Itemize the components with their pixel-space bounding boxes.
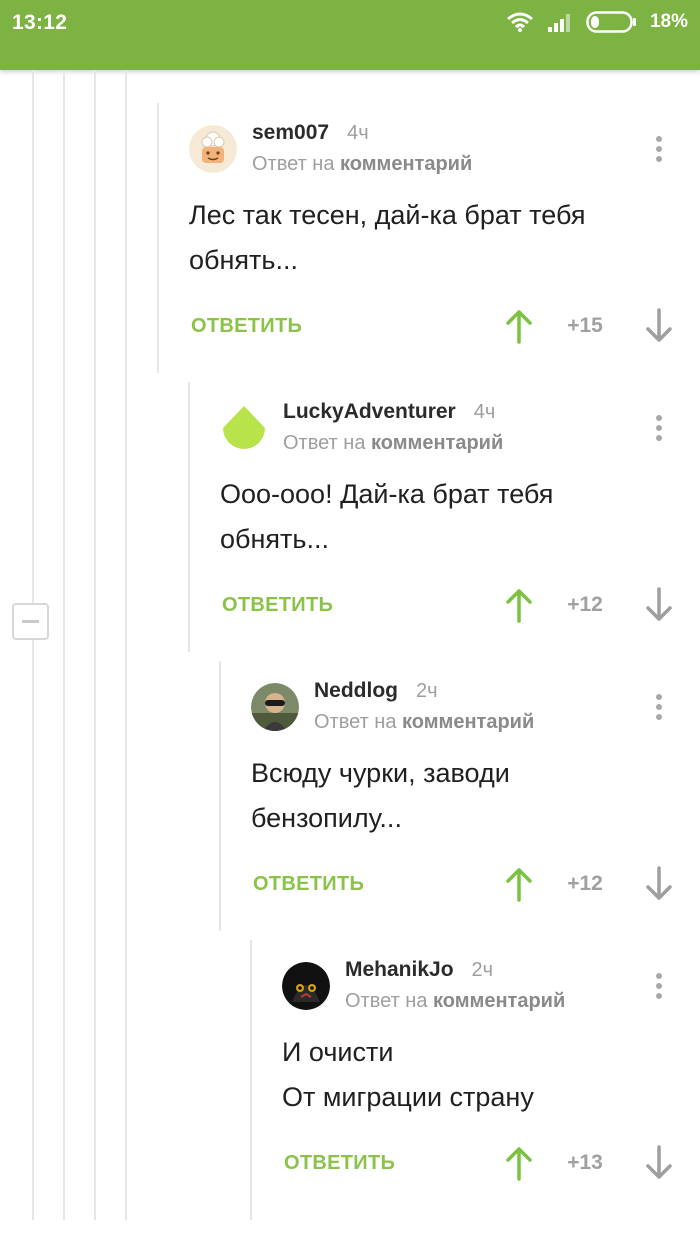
more-options-icon[interactable] — [644, 970, 674, 1006]
comment-author[interactable]: LuckyAdventurer 4ч — [283, 400, 495, 424]
reply-button[interactable]: ОТВЕТИТЬ — [191, 315, 302, 338]
reply-to-prefix: Ответ на — [345, 990, 428, 1012]
avatar[interactable] — [189, 125, 237, 173]
upvote-arrow-icon[interactable] — [504, 1143, 534, 1183]
comment-time: 2ч — [416, 680, 438, 702]
reply-to-link[interactable]: комментарий — [433, 990, 565, 1012]
upvote-arrow-icon[interactable] — [504, 864, 534, 904]
comment-text-line: И очисти — [282, 1037, 394, 1067]
comment-time: 4ч — [473, 401, 496, 423]
green-drop-avatar-icon — [223, 406, 265, 449]
vote-controls: +12 — [504, 585, 674, 625]
downvote-arrow-icon[interactable] — [644, 306, 674, 346]
comment: sem007 4ч Ответ на комментарий Лес так те… — [157, 103, 674, 373]
comment-text-line: Всюду чурки, заводи — [251, 758, 510, 788]
vote-controls: +13 — [504, 1143, 674, 1183]
reply-button[interactable]: ОТВЕТИТЬ — [222, 594, 333, 617]
avatar[interactable] — [251, 683, 299, 731]
downvote-arrow-icon[interactable] — [644, 585, 674, 625]
comment: Neddlog 2ч Ответ на комментарий Всюду чур… — [219, 661, 674, 931]
vote-score: +12 — [567, 593, 603, 616]
downvote-arrow-icon[interactable] — [644, 864, 674, 904]
upvote-arrow-icon[interactable] — [504, 306, 534, 346]
battery-icon — [586, 11, 636, 33]
comment-text: И очисти От миграции страну — [282, 1030, 534, 1120]
vote-score: +13 — [567, 1151, 603, 1174]
comment-text-line: обнять... — [189, 245, 298, 275]
more-options-icon[interactable] — [644, 691, 674, 727]
comment-author[interactable]: Neddlog 2ч — [314, 679, 438, 703]
comment-text-line: бензопилу... — [251, 803, 402, 833]
comment: LuckyAdventurer 4ч Ответ на комментарий О… — [188, 382, 674, 652]
reply-to-link[interactable]: комментарий — [340, 153, 472, 175]
more-options-icon[interactable] — [644, 412, 674, 448]
comment-author[interactable]: sem007 4ч — [252, 121, 369, 145]
comment: MehanikJo 2ч Ответ на комментарий И очист… — [250, 940, 674, 1220]
reply-button[interactable]: ОТВЕТИТЬ — [253, 873, 364, 896]
thread-line — [32, 70, 34, 1220]
author-name[interactable]: MehanikJo — [345, 958, 454, 981]
thread-line — [94, 70, 96, 1220]
reply-to: Ответ на комментарий — [283, 432, 503, 455]
collapse-thread-button[interactable] — [12, 603, 49, 640]
reply-to: Ответ на комментарий — [252, 153, 472, 176]
vote-score: +12 — [567, 872, 603, 895]
photo-avatar-icon — [251, 683, 299, 731]
signal-icon — [547, 14, 570, 32]
chef-avatar-icon — [189, 125, 237, 173]
reply-to-prefix: Ответ на — [314, 711, 397, 733]
avatar[interactable] — [282, 962, 330, 1010]
comment-text-line: Ооо-ооо! Дай-ка брат тебя — [220, 479, 554, 509]
status-time: 13:12 — [12, 11, 68, 34]
comment-text-line: обнять... — [220, 524, 329, 554]
comment-time: 2ч — [471, 959, 494, 981]
author-name[interactable]: LuckyAdventurer — [283, 400, 456, 423]
reply-to: Ответ на комментарий — [314, 711, 534, 734]
wifi-icon — [507, 12, 533, 32]
vote-score: +15 — [567, 314, 603, 337]
reply-to-prefix: Ответ на — [252, 153, 335, 175]
thread-line — [63, 70, 65, 1220]
avatar[interactable] — [220, 404, 268, 452]
battery-percent: 18% — [649, 11, 688, 32]
comment-text: Ооо-ооо! Дай-ка брат тебя обнять... — [220, 472, 553, 562]
comment-author[interactable]: MehanikJo 2ч — [345, 958, 493, 982]
downvote-arrow-icon[interactable] — [644, 1143, 674, 1183]
comment-text: Всюду чурки, заводи бензопилу... — [251, 751, 510, 841]
reply-to-link[interactable]: комментарий — [371, 432, 503, 454]
status-bar: 13:12 18% — [0, 0, 700, 70]
reply-to: Ответ на комментарий — [345, 990, 565, 1013]
more-options-icon[interactable] — [644, 133, 674, 169]
author-name[interactable]: Neddlog — [314, 679, 398, 702]
vote-controls: +12 — [504, 864, 674, 904]
comment-text-line: Лес так тесен, дай-ка брат тебя — [189, 200, 586, 230]
reply-button[interactable]: ОТВЕТИТЬ — [284, 1152, 395, 1175]
author-name[interactable]: sem007 — [252, 121, 329, 144]
vote-controls: +15 — [504, 306, 674, 346]
mask-avatar-icon — [282, 962, 330, 1010]
upvote-arrow-icon[interactable] — [504, 585, 534, 625]
comment-time: 4ч — [347, 122, 369, 144]
comment-text: Лес так тесен, дай-ка брат тебя обнять..… — [189, 193, 585, 283]
thread-line — [125, 70, 127, 1220]
comment-text-line: От миграции страну — [282, 1082, 534, 1112]
reply-to-prefix: Ответ на — [283, 432, 366, 454]
reply-to-link[interactable]: комментарий — [402, 711, 534, 733]
